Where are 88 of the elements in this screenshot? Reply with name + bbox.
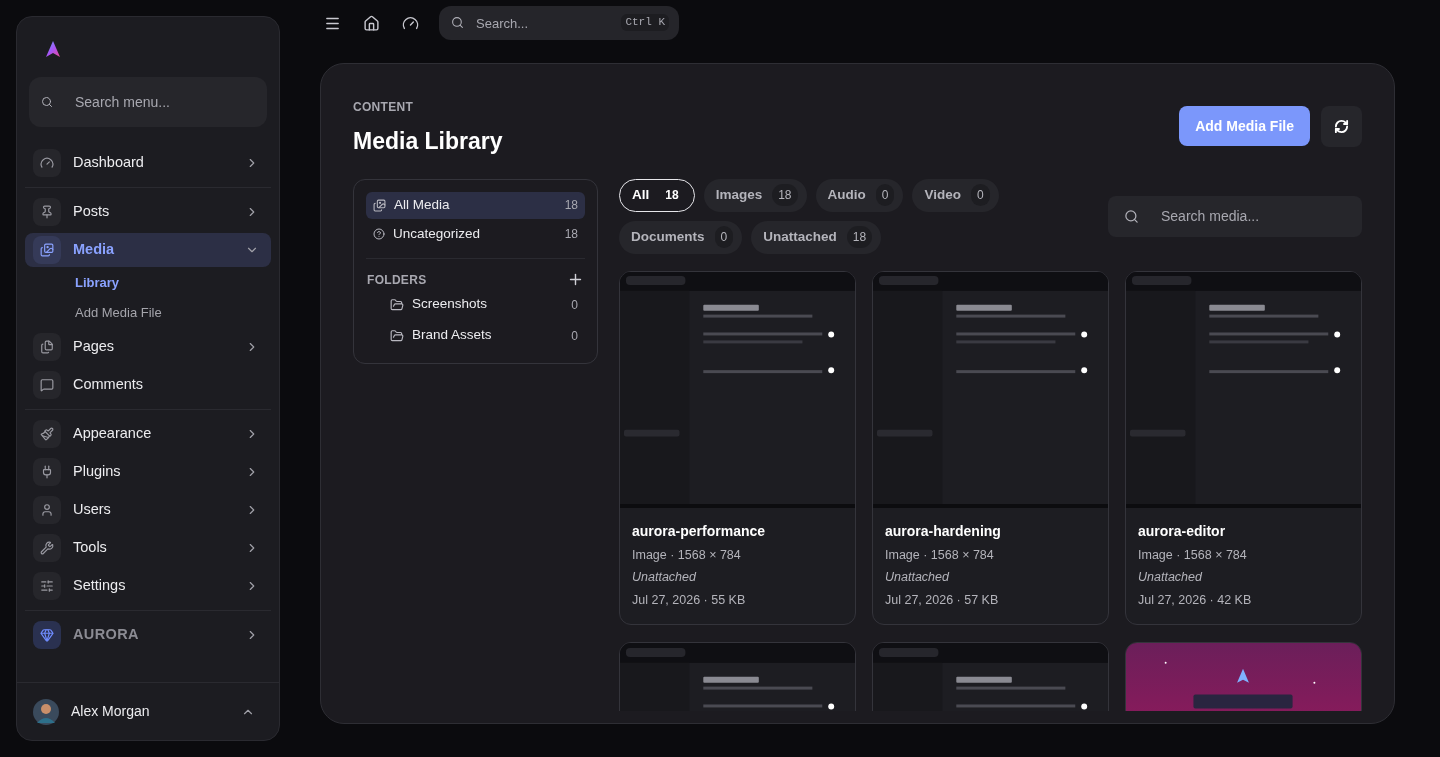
- media-title: aurora-performance: [632, 521, 767, 541]
- nav-label: Plugins: [73, 462, 122, 482]
- filter-chip[interactable]: Documents 0: [619, 220, 743, 254]
- nav-label: Appearance: [73, 424, 153, 444]
- media-status: Unattached: [885, 569, 951, 587]
- nav-item[interactable]: Tools: [25, 531, 271, 565]
- library-nav-item[interactable]: Uncategorized 18: [366, 220, 585, 248]
- media-title: aurora-hardening: [885, 521, 1002, 541]
- section-eyebrow: CONTENT: [353, 99, 415, 116]
- pin-icon: [33, 198, 61, 226]
- search-icon: [451, 16, 464, 29]
- nav-label: Dashboard: [73, 153, 145, 173]
- item-count: 18: [564, 197, 578, 214]
- search-icon: [1124, 208, 1139, 224]
- nav-item[interactable]: Pages: [25, 330, 271, 364]
- folder-icon: [390, 297, 404, 312]
- sliders-icon: [33, 572, 61, 600]
- nav-label: Media: [73, 240, 116, 260]
- nav-label: Uncategorized: [393, 224, 482, 243]
- nav-item[interactable]: Appearance: [25, 417, 271, 451]
- avatar-icon: [33, 698, 59, 725]
- media-title: aurora-editor: [1138, 521, 1227, 541]
- nav-item[interactable]: AURORA: [25, 618, 271, 652]
- gauge-icon: [33, 149, 61, 177]
- media-meta: Image · 1568 × 784: [632, 546, 742, 564]
- media-meta: Image · 1568 × 784: [885, 546, 995, 564]
- user-name: Alex Morgan: [71, 702, 151, 721]
- logo-icon: [46, 41, 60, 57]
- nav-item[interactable]: Media: [25, 233, 271, 267]
- nav-label: Comments: [73, 375, 145, 395]
- filter-chip[interactable]: Unattached 18: [751, 220, 882, 254]
- media-meta: Image · 1568 × 784: [1138, 546, 1248, 564]
- submenu-item[interactable]: Add Media File: [75, 302, 271, 322]
- folder-count: 0: [571, 327, 578, 345]
- nav-label: Pages: [73, 337, 116, 357]
- nav-label: All Media: [394, 195, 451, 214]
- nav-label: Settings: [73, 576, 127, 596]
- user-icon: [33, 496, 61, 524]
- media-date-size: Jul 27, 2026 · 57 KB: [885, 592, 1000, 609]
- library-nav-item[interactable]: All Media 18: [366, 191, 585, 219]
- gauge-icon[interactable]: [402, 14, 419, 32]
- refresh-button[interactable]: [1321, 106, 1362, 147]
- filter-chip[interactable]: Audio 0: [815, 178, 904, 212]
- search-icon: [41, 96, 53, 108]
- media-card[interactable]: aurora-editor Image · 1568 × 784 Unattached Jul 27, 2026 · 42 KB: [1125, 270, 1362, 625]
- submenu-item[interactable]: Library: [75, 273, 271, 293]
- filter-chip[interactable]: Video 0: [912, 178, 999, 212]
- media-status: Unattached: [632, 569, 698, 587]
- paintbrush-icon: [33, 420, 61, 448]
- nav-item[interactable]: Posts: [25, 195, 271, 229]
- media-date-size: Jul 27, 2026 · 42 KB: [1138, 592, 1253, 609]
- speech-bubble-icon: [33, 371, 61, 399]
- files-icon: [33, 333, 61, 361]
- wrench-icon: [33, 534, 61, 562]
- home-icon[interactable]: [363, 14, 380, 32]
- nav-item[interactable]: Plugins: [25, 455, 271, 489]
- nav-label: Tools: [73, 538, 108, 558]
- nav-item[interactable]: Dashboard: [25, 146, 271, 180]
- menu-search-field[interactable]: Search menu...: [29, 77, 267, 127]
- media-card[interactable]: aurora-hardening Image · 1568 × 784 Unattached Jul 27, 2026 · 57 KB: [872, 270, 1109, 625]
- help-icon: [373, 228, 385, 240]
- item-count: 18: [564, 226, 578, 243]
- images-icon: [373, 198, 386, 212]
- folder-name: Screenshots: [412, 295, 489, 314]
- page-title: Media Library: [353, 127, 503, 156]
- media-card[interactable]: aurora-performance Image · 1568 × 784 Unattached Jul 27, 2026 · 55 KB: [619, 270, 856, 625]
- folder-icon: [390, 328, 404, 343]
- shortcut-hint: Ctrl K: [621, 14, 669, 31]
- add-folder-icon[interactable]: [567, 271, 584, 288]
- gem-icon: [33, 621, 61, 649]
- folder-name: Brand Assets: [412, 326, 493, 345]
- nav-label: AURORA: [73, 625, 140, 645]
- plug-icon: [33, 458, 61, 486]
- folder-count: 0: [571, 296, 578, 314]
- nav-item[interactable]: Users: [25, 493, 271, 527]
- nav-label: Posts: [73, 202, 111, 222]
- images-icon: [33, 236, 61, 264]
- nav-item[interactable]: Settings: [25, 569, 271, 603]
- folder-item[interactable]: Brand Assets 0: [366, 320, 585, 351]
- refresh-icon: [1334, 119, 1349, 134]
- folder-item[interactable]: Screenshots 0: [366, 289, 585, 320]
- filter-chip[interactable]: Images 18: [703, 178, 807, 212]
- media-status: Unattached: [1138, 569, 1204, 587]
- folders-heading: FOLDERS: [367, 271, 427, 289]
- media-search-field[interactable]: Search media...: [1108, 195, 1362, 237]
- nav-item[interactable]: Comments: [25, 368, 271, 402]
- nav-label: Users: [73, 500, 112, 520]
- media-date-size: Jul 27, 2026 · 55 KB: [632, 592, 747, 609]
